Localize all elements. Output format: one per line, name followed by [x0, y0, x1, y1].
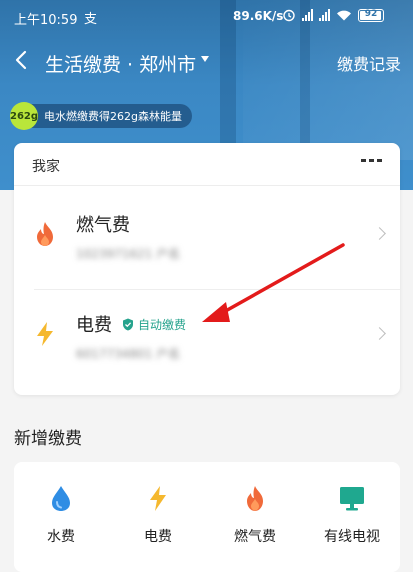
lightning-icon [150, 486, 166, 511]
account-title: 电费 [76, 315, 112, 336]
promo-text: 电水燃缴费得262g森林能量 [44, 110, 182, 123]
account-title: 燃气费 [76, 215, 130, 236]
more-options-icon[interactable] [361, 159, 382, 162]
energy-badge: 262g [10, 102, 38, 130]
account-item-electricity[interactable]: 电费 自动缴费 6017734801 户名 [14, 293, 400, 393]
signal-icon [302, 9, 313, 21]
account-number: 6017734801 户名 [76, 347, 181, 361]
account-card: 我家 燃气费 1023971621 户名 电费 自动缴费 6017734801 … [14, 143, 400, 395]
wifi-icon [337, 10, 351, 21]
add-payment-grid: 水费 电费 燃气费 有线电视 [14, 462, 400, 572]
back-arrow-icon[interactable] [10, 48, 34, 72]
grid-item-label: 有线电视 [324, 529, 380, 545]
shield-check-icon [123, 318, 133, 331]
grid-item-label: 燃气费 [234, 529, 276, 545]
dropdown-caret-icon[interactable] [201, 56, 209, 62]
divider [34, 289, 400, 290]
navigation-bar: 生活缴费 · 郑州市 缴费记录 [0, 40, 413, 82]
status-icons: 92 [282, 8, 384, 22]
lightning-icon [37, 322, 53, 346]
alipay-notification-icon: 支 [84, 12, 98, 27]
flame-icon [37, 222, 53, 246]
add-gas-bill[interactable]: 燃气费 [215, 484, 295, 546]
chevron-right-icon [373, 227, 386, 240]
page-title-city-selector[interactable]: 生活缴费 · 郑州市 [45, 50, 196, 77]
water-drop-icon [52, 486, 70, 511]
add-electricity-bill[interactable]: 电费 [118, 484, 198, 546]
account-item-gas[interactable]: 燃气费 1023971621 户名 [14, 193, 400, 293]
battery-icon: 92 [358, 8, 384, 22]
chevron-right-icon [373, 327, 386, 340]
auto-pay-label: 自动缴费 [138, 318, 187, 332]
alarm-icon [283, 9, 295, 22]
auto-pay-badge: 自动缴费 [122, 316, 186, 333]
network-speed: 89.6K/s [233, 9, 284, 23]
payment-records-link[interactable]: 缴费记录 [337, 51, 401, 75]
flame-icon [247, 486, 263, 511]
signal-icon [319, 9, 330, 21]
tv-icon [340, 487, 364, 511]
grid-item-label: 水费 [47, 529, 75, 545]
status-time: 上午10:59 [14, 13, 78, 28]
section-title-add-payment: 新增缴费 [14, 429, 82, 449]
grid-item-label: 电费 [144, 529, 172, 545]
divider [14, 185, 400, 186]
battery-level: 92 [364, 8, 378, 19]
add-cable-tv-bill[interactable]: 有线电视 [312, 484, 392, 546]
forest-energy-banner[interactable]: 262g 电水燃缴费得262g森林能量 [10, 102, 192, 130]
account-number: 1023971621 户名 [76, 247, 181, 261]
group-name: 我家 [32, 159, 60, 175]
add-water-bill[interactable]: 水费 [21, 484, 101, 546]
status-bar: 上午10:59 支 89.6K/s 92 [0, 0, 413, 32]
